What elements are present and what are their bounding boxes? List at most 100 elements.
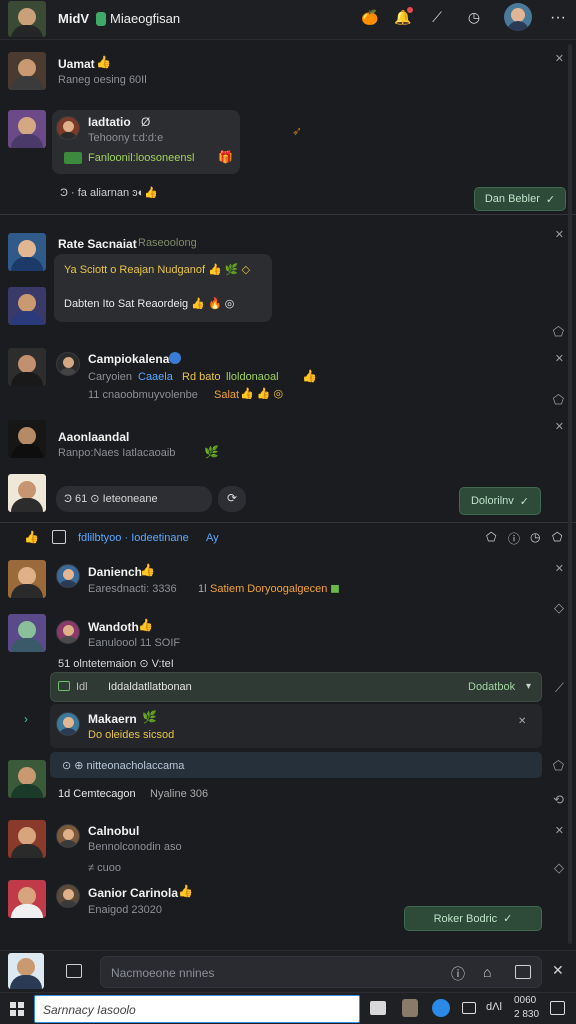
avatar[interactable] — [8, 474, 46, 512]
quote-author[interactable]: Makaern — [88, 712, 137, 726]
avatar[interactable] — [8, 110, 46, 148]
message-text: Eanuloool 11 SOIF — [88, 637, 181, 649]
author-role: Raseoolong — [138, 237, 197, 249]
emoji: 👍 — [138, 618, 153, 632]
windows-start-icon[interactable] — [10, 1002, 24, 1016]
close-icon[interactable]: ✕ — [555, 228, 564, 241]
attachment-text[interactable]: ⊙ ⊕ nitteonacholaccama — [62, 759, 184, 772]
message-author[interactable]: Aaonlaandal — [58, 430, 129, 444]
scrollbar[interactable] — [568, 44, 572, 944]
message-author[interactable]: Uamat — [58, 57, 95, 71]
pin-icon[interactable]: ⟋ — [426, 6, 448, 28]
small-avatar[interactable] — [56, 620, 80, 644]
accept-button[interactable]: Dan Bebler ✓ — [474, 187, 566, 211]
image-icon[interactable] — [515, 965, 531, 979]
small-avatar[interactable] — [56, 884, 80, 908]
share-icon[interactable]: ⬠ — [552, 530, 562, 544]
confirm-button[interactable]: Dolorilnv ✓ — [459, 487, 541, 515]
close-icon[interactable]: ✕ — [555, 562, 564, 575]
avatar[interactable] — [8, 820, 46, 858]
avatar[interactable] — [8, 348, 46, 386]
small-avatar[interactable] — [56, 824, 80, 848]
dropdown-icon[interactable]: ▾ — [526, 681, 531, 692]
quote-arrow-icon[interactable]: › — [24, 712, 28, 726]
quote-menu-icon[interactable]: ✕ — [518, 716, 526, 727]
small-avatar[interactable] — [56, 116, 80, 140]
redo-icon[interactable]: ⟲ — [553, 792, 564, 808]
close-icon[interactable]: ✕ — [555, 824, 564, 837]
pin-icon[interactable]: ⟋ — [555, 680, 564, 696]
reaction-pill-text: Ͽ 61 ⊙ Ieteoneane — [64, 493, 158, 505]
thread-icon[interactable] — [52, 530, 66, 544]
emoji-icon[interactable]: 🍊 — [359, 6, 381, 28]
avatar[interactable] — [8, 420, 46, 458]
app-icon-edge[interactable] — [432, 999, 450, 1017]
app-icon-chat[interactable] — [462, 1002, 476, 1014]
app-icon-mail[interactable] — [370, 1001, 386, 1015]
avatar[interactable] — [8, 760, 46, 798]
user-avatar[interactable] — [8, 1, 46, 37]
message-author[interactable]: Campiokalena — [88, 352, 169, 366]
small-avatar[interactable] — [56, 352, 80, 376]
share-icon[interactable]: ⬠ — [553, 392, 564, 408]
message-author[interactable]: Calnobul — [88, 824, 139, 838]
notification-icon[interactable]: 🔔 — [392, 6, 414, 28]
more-icon[interactable]: ··· — [550, 9, 566, 27]
small-avatar[interactable] — [56, 712, 80, 736]
composer-avatar[interactable] — [8, 953, 44, 989]
app-icon-store[interactable] — [402, 999, 418, 1017]
close-icon[interactable]: ✕ — [555, 352, 564, 365]
thumbs-icon[interactable]: 👍 — [24, 530, 39, 544]
message-author[interactable]: Rate Sacnaiat — [58, 237, 137, 251]
avatar[interactable] — [8, 560, 46, 598]
close-icon[interactable]: ✕ — [555, 420, 564, 433]
message-text: Rd bato — [182, 371, 221, 383]
home-icon[interactable]: ⌂ — [483, 964, 491, 980]
avatar[interactable] — [8, 614, 46, 652]
avatar[interactable] — [8, 52, 46, 90]
message-author[interactable]: Ganior Carinola — [88, 886, 178, 900]
message-input[interactable]: Nacmoeone nnines ⓘ ⌂ — [100, 956, 542, 988]
tray-time[interactable]: 0060 — [514, 995, 536, 1006]
reaction-bar[interactable]: Ͽ · fa aliarnan ͽ◐👍 — [60, 186, 158, 199]
share-icon[interactable]: ⬠ — [553, 324, 564, 340]
attach-icon[interactable] — [66, 964, 82, 978]
tray-date[interactable]: 2 830 — [514, 1009, 539, 1020]
info-icon[interactable]: ⓘ — [451, 964, 465, 984]
confirm-button-label: Dolorilnv — [470, 495, 514, 507]
leaf-emoji: 🌿 — [142, 710, 157, 724]
tray-cluster[interactable]: dΛl — [486, 1001, 502, 1013]
input-value[interactable]: Iddaldatllatbonan — [108, 681, 192, 693]
taskbar-search[interactable]: Sarnnacy Iasoolo — [34, 995, 360, 1023]
small-avatar[interactable] — [56, 564, 80, 588]
action-button[interactable]: Roker Bodric ✓ — [404, 906, 542, 931]
profile-avatar[interactable] — [504, 3, 532, 31]
avatar[interactable] — [8, 880, 46, 918]
clock-icon[interactable]: ◷ — [463, 6, 485, 28]
pentagon-icon[interactable]: ⬠ — [486, 530, 496, 544]
taskbar: Sarnnacy Iasoolo dΛl 0060 2 830 — [0, 992, 576, 1024]
message-author[interactable]: Daniench — [88, 565, 142, 579]
notification-center-icon[interactable] — [550, 1001, 565, 1015]
diamond-icon[interactable]: ◇ — [554, 860, 564, 876]
thread-label[interactable]: fdlilbtyoo · Iodeetinane — [78, 532, 189, 544]
message-link[interactable]: Fanloonil:loosoneensl — [88, 152, 194, 164]
close-icon[interactable]: ✕ — [555, 52, 564, 65]
message-text: Satiem Doryoogalgecen — [210, 583, 328, 595]
avatar[interactable] — [8, 287, 46, 325]
reaction-line[interactable]: 51 olntetemaion ⊙ V:teI — [58, 657, 174, 670]
input-action[interactable]: Dodatbok — [468, 681, 515, 693]
expand-icon[interactable]: ✕ — [552, 962, 564, 979]
message-text: lloldonaoal — [226, 371, 279, 383]
message-author[interactable]: Wandoth — [88, 620, 139, 634]
composer-bar: Nacmoeone nnines ⓘ ⌂ ✕ — [0, 950, 576, 992]
avatar[interactable] — [8, 233, 46, 271]
message-text: ≠ cuoo — [88, 862, 121, 874]
clock-icon[interactable]: ◷ — [530, 530, 540, 544]
diamond-icon[interactable]: ◇ — [554, 600, 564, 616]
message-author[interactable]: Iadtatio — [88, 115, 131, 129]
channel-name[interactable]: Miaeogfisan — [110, 11, 180, 26]
share-icon[interactable]: ⬠ — [553, 758, 564, 774]
gift-icon[interactable]: 🎁 — [218, 150, 233, 164]
info-icon[interactable]: ⓘ — [508, 530, 520, 547]
